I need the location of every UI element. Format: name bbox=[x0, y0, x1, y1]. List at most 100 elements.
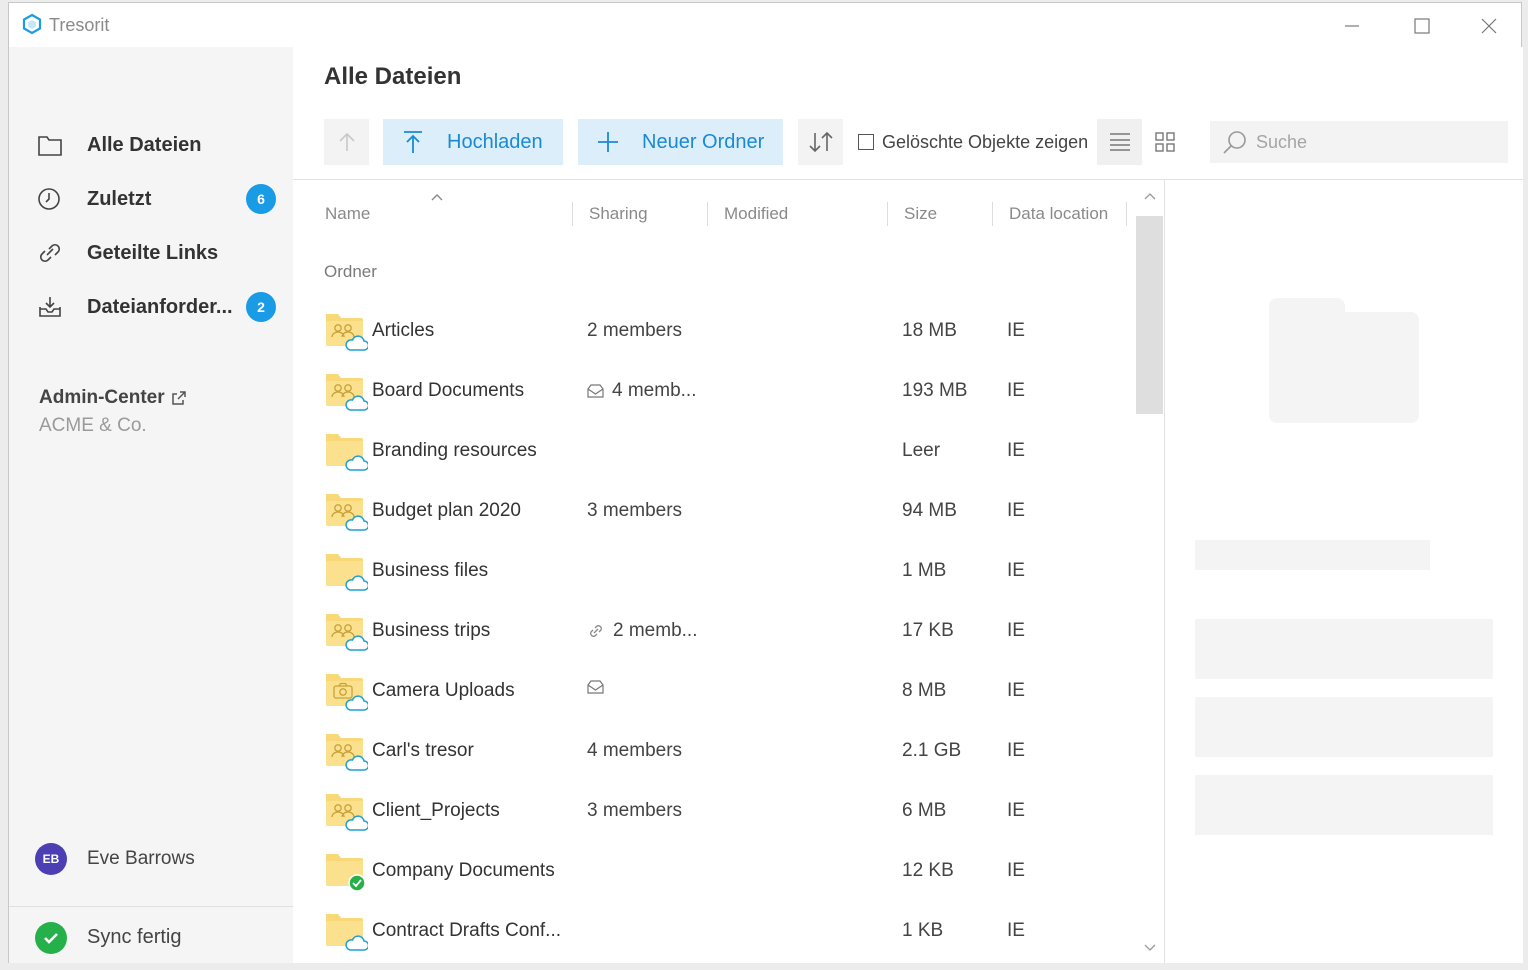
column-divider bbox=[1126, 202, 1127, 226]
close-button[interactable] bbox=[1474, 11, 1504, 41]
shared-folder-icon bbox=[326, 494, 368, 531]
sidebar-item-file-requests[interactable]: Dateianforder... 2 bbox=[9, 285, 293, 329]
search-input[interactable] bbox=[1256, 131, 1496, 153]
row-data-location: IE bbox=[1007, 380, 1025, 401]
admin-center-label: Admin-Center bbox=[39, 387, 165, 408]
row-size: 94 MB bbox=[902, 500, 957, 521]
row-name: Board Documents bbox=[372, 380, 525, 401]
row-size: 193 MB bbox=[902, 380, 968, 401]
clock-icon bbox=[38, 188, 60, 210]
user-profile[interactable]: EB Eve Barrows bbox=[35, 843, 195, 875]
skeleton-block bbox=[1195, 697, 1493, 757]
grid-view-button[interactable] bbox=[1150, 119, 1180, 165]
sidebar-item-label: Geteilte Links bbox=[87, 241, 219, 264]
scrollbar[interactable] bbox=[1136, 180, 1164, 963]
column-header-modified[interactable]: Modified bbox=[724, 204, 788, 224]
sort-ascending-icon bbox=[431, 194, 443, 201]
title-bar: Tresorit bbox=[9, 3, 1521, 47]
row-data-location: IE bbox=[1007, 800, 1025, 821]
sidebar-item-all-files[interactable]: Alle Dateien bbox=[9, 123, 293, 167]
table-row[interactable]: Camera Uploads 8 MB IE bbox=[293, 662, 1143, 722]
column-divider bbox=[992, 202, 993, 226]
table-row[interactable]: Carl's tresor 4 members 2.1 GB IE bbox=[293, 722, 1143, 782]
sidebar-item-recent[interactable]: Zuletzt 6 bbox=[9, 177, 293, 221]
shared-folder-icon bbox=[326, 794, 368, 831]
check-circle-icon bbox=[35, 922, 67, 954]
skeleton-title bbox=[1195, 540, 1430, 570]
shared-folder-icon bbox=[326, 734, 368, 771]
row-sharing-text: 2 members bbox=[587, 320, 683, 341]
column-divider bbox=[572, 202, 573, 226]
toolbar: Hochladen Neuer Ordner Gelöschte Objekte… bbox=[293, 119, 1523, 165]
row-data-location: IE bbox=[1007, 740, 1025, 761]
column-header-data-location[interactable]: Data location bbox=[1009, 204, 1108, 224]
row-name: Camera Uploads bbox=[372, 680, 515, 701]
sync-status-bar[interactable]: Sync fertig bbox=[9, 906, 293, 963]
table-row[interactable]: Client_Projects 3 members 6 MB IE bbox=[293, 782, 1143, 842]
search-box[interactable] bbox=[1210, 121, 1508, 163]
inbox-icon bbox=[39, 297, 61, 317]
table-row[interactable]: Budget plan 2020 3 members 94 MB IE bbox=[293, 482, 1143, 542]
sort-button[interactable] bbox=[798, 119, 843, 165]
row-sharing-text: 2 memb... bbox=[613, 620, 698, 641]
column-header-name[interactable]: Name bbox=[325, 204, 370, 224]
link-icon bbox=[39, 243, 61, 263]
camera-folder-icon bbox=[326, 674, 368, 711]
row-size: 8 MB bbox=[902, 680, 947, 701]
minimize-button[interactable] bbox=[1337, 11, 1367, 41]
sidebar: Alle Dateien Zuletzt 6 Geteilte Links Da… bbox=[9, 47, 293, 963]
column-header-size[interactable]: Size bbox=[904, 204, 937, 224]
table-row[interactable]: Company Documents 12 KB IE bbox=[293, 842, 1143, 902]
link-icon bbox=[590, 625, 602, 637]
maximize-icon bbox=[1414, 18, 1430, 34]
sidebar-item-label: Zuletzt bbox=[87, 187, 152, 210]
main-content: Alle Dateien Hochladen Neuer Ordner Gelö… bbox=[293, 47, 1523, 963]
maximize-button[interactable] bbox=[1407, 11, 1437, 41]
table-row[interactable]: Business files 1 MB IE bbox=[293, 542, 1143, 602]
group-label: Ordner bbox=[324, 262, 377, 281]
checkbox[interactable] bbox=[858, 134, 874, 150]
folder-icon bbox=[326, 854, 366, 892]
row-data-location: IE bbox=[1007, 440, 1025, 461]
go-up-button[interactable] bbox=[324, 119, 369, 165]
row-sharing: 2 members bbox=[587, 320, 682, 342]
notification-badge: 6 bbox=[246, 184, 276, 214]
row-data-location: IE bbox=[1007, 320, 1025, 341]
column-header-sharing[interactable]: Sharing bbox=[589, 204, 648, 224]
column-divider bbox=[887, 202, 888, 226]
plus-icon bbox=[596, 130, 620, 154]
shared-folder-icon bbox=[326, 374, 368, 411]
external-link-icon bbox=[171, 391, 186, 405]
chevron-up-icon[interactable] bbox=[1144, 192, 1156, 200]
mail-icon bbox=[587, 384, 604, 398]
row-data-location: IE bbox=[1007, 620, 1025, 641]
table-row[interactable]: Board Documents 4 memb... 193 MB IE bbox=[293, 362, 1143, 422]
row-data-location: IE bbox=[1007, 500, 1025, 521]
mail-icon bbox=[587, 680, 604, 694]
column-divider bbox=[707, 202, 708, 226]
minimize-icon bbox=[1345, 25, 1359, 27]
list-view-button[interactable] bbox=[1097, 119, 1142, 165]
show-deleted-checkbox[interactable]: Gelöschte Objekte zeigen bbox=[858, 119, 1088, 165]
folder-placeholder-icon bbox=[1269, 298, 1419, 423]
row-size: 6 MB bbox=[902, 800, 947, 821]
admin-center-link[interactable]: Admin-Center bbox=[39, 387, 187, 409]
table-row[interactable]: Branding resources Leer IE bbox=[293, 422, 1143, 482]
grid-view-icon bbox=[1155, 132, 1175, 152]
page-title: Alle Dateien bbox=[324, 63, 462, 90]
table-row[interactable]: Contract Drafts Conf... 1 KB IE bbox=[293, 902, 1143, 962]
new-folder-button[interactable]: Neuer Ordner bbox=[578, 119, 783, 165]
row-size: 17 KB bbox=[902, 620, 954, 641]
upload-button[interactable]: Hochladen bbox=[383, 119, 563, 165]
row-size: 18 MB bbox=[902, 320, 957, 341]
sidebar-item-shared-links[interactable]: Geteilte Links bbox=[9, 231, 293, 275]
show-deleted-label: Gelöschte Objekte zeigen bbox=[882, 131, 1089, 152]
table-row[interactable]: Articles 2 members 18 MB IE bbox=[293, 302, 1143, 362]
scroll-thumb[interactable] bbox=[1136, 216, 1163, 414]
row-data-location: IE bbox=[1007, 860, 1025, 881]
row-name: Contract Drafts Conf... bbox=[372, 920, 562, 941]
row-name: Budget plan 2020 bbox=[372, 500, 521, 521]
chevron-down-icon[interactable] bbox=[1144, 944, 1156, 952]
upload-label: Hochladen bbox=[447, 130, 543, 153]
table-row[interactable]: Business trips 2 memb... 17 KB IE bbox=[293, 602, 1143, 662]
